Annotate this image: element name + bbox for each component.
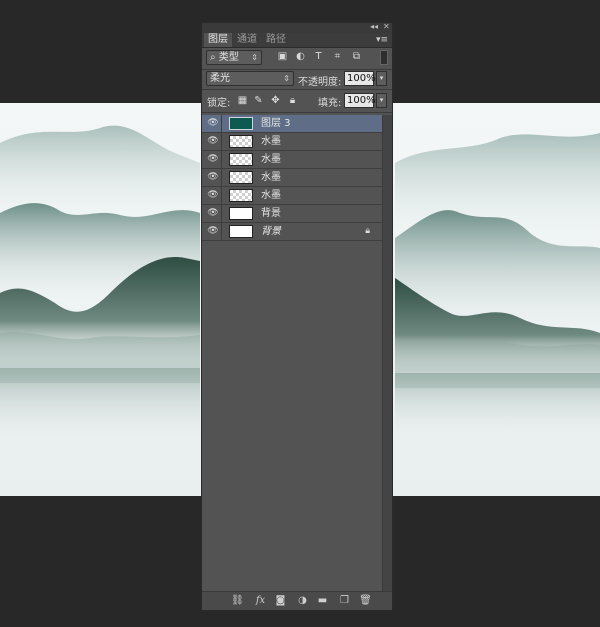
search-icon: ⌕ [210, 52, 216, 63]
layer-lock-icon: 🔒︎ [365, 226, 370, 236]
layer-row[interactable]: 👁︎ 背景 🔒︎ [202, 223, 382, 241]
layer-list-scrollbar[interactable] [382, 115, 392, 591]
link-layers-icon[interactable]: ⛓︎ [231, 594, 244, 607]
layer-thumbnail [229, 135, 253, 148]
layer-row[interactable]: 👁︎ 水墨 [202, 169, 382, 187]
layers-panel: ◂◂ ✕ 图层 通道 路径 ▾≡ ⌕ 类型 ⇕ ▣ ◐ T ⌗ ⧉ 柔光 ⇕ 不… [201, 22, 393, 611]
layer-thumbnail [229, 189, 253, 202]
adjustment-filter-icon[interactable]: ◐ [295, 52, 306, 62]
panel-tabs: 图层 通道 路径 ▾≡ [202, 33, 392, 48]
new-layer-icon[interactable]: ❐ [338, 594, 351, 607]
layer-filter-kind-select[interactable]: ⌕ 类型 ⇕ [206, 50, 262, 65]
filter-toggle-switch[interactable] [380, 50, 388, 65]
lock-brush-icon[interactable]: ✎ [253, 95, 264, 106]
layer-name: 背景 [261, 208, 281, 219]
visibility-eye-icon[interactable]: 👁︎ [205, 133, 222, 150]
panel-title-bar[interactable]: ◂◂ ✕ [202, 22, 392, 33]
layer-row[interactable]: 👁︎ 水墨 [202, 187, 382, 205]
opacity-input[interactable]: 100% [344, 71, 376, 86]
tab-paths[interactable]: 路径 [262, 33, 290, 47]
panel-bottom-toolbar: ⛓︎ fx ◙ ◑ ▬ ❐ 🗑︎ [202, 591, 392, 610]
tab-channels[interactable]: 通道 [233, 33, 261, 47]
layer-name: 背景 [261, 226, 281, 237]
shape-filter-icon[interactable]: ⌗ [332, 52, 343, 62]
opacity-dropdown-button[interactable]: ▾ [376, 71, 387, 86]
opacity-label: 不透明度: [298, 77, 342, 88]
layer-row[interactable]: 👁︎ 水墨 [202, 151, 382, 169]
add-mask-icon[interactable]: ◙ [274, 594, 287, 607]
chevron-updown-icon: ⇕ [251, 53, 258, 62]
layer-row[interactable]: 👁︎ 图层 3 [202, 115, 382, 133]
tab-layers[interactable]: 图层 [204, 33, 232, 47]
layer-list: 👁︎ 图层 3 👁︎ 水墨 👁︎ 水墨 👁︎ 水墨 👁︎ 水墨 👁︎ 背景 👁︎… [202, 115, 382, 241]
layer-row[interactable]: 👁︎ 背景 [202, 205, 382, 223]
new-group-icon[interactable]: ▬ [316, 594, 329, 607]
fill-label: 填充: [318, 98, 342, 109]
layer-thumbnail [229, 225, 253, 238]
divider [202, 112, 392, 113]
layer-thumbnail [229, 207, 253, 220]
divider [202, 89, 392, 90]
layer-name: 水墨 [261, 154, 281, 165]
lock-all-icon[interactable]: 🔒︎ [287, 95, 298, 106]
double-chevron-left-icon[interactable]: ◂◂ [370, 22, 378, 32]
smart-object-filter-icon[interactable]: ⧉ [351, 52, 362, 62]
filter-kind-label: 类型 [218, 52, 239, 63]
layer-name: 图层 3 [261, 118, 291, 129]
image-filter-icon[interactable]: ▣ [277, 52, 288, 62]
panel-menu-icon[interactable]: ▾≡ [376, 33, 388, 47]
close-icon[interactable]: ✕ [383, 22, 390, 32]
blend-mode-value: 柔光 [210, 73, 230, 84]
visibility-eye-icon[interactable]: 👁︎ [205, 169, 222, 186]
visibility-eye-icon[interactable]: 👁︎ [205, 151, 222, 168]
fill-input[interactable]: 100% [344, 93, 376, 108]
lock-transparent-icon[interactable]: ▦ [237, 95, 248, 106]
layer-name: 水墨 [261, 136, 281, 147]
layer-name: 水墨 [261, 190, 281, 201]
lock-label: 锁定: [207, 98, 231, 109]
layer-thumbnail [229, 117, 253, 130]
trash-icon[interactable]: 🗑︎ [359, 594, 372, 607]
layer-thumbnail [229, 153, 253, 166]
layer-thumbnail [229, 171, 253, 184]
visibility-eye-icon[interactable]: 👁︎ [205, 223, 222, 240]
divider [202, 69, 392, 70]
visibility-eye-icon[interactable]: 👁︎ [205, 115, 222, 132]
text-filter-icon[interactable]: T [313, 52, 324, 62]
chevron-updown-icon: ⇕ [283, 74, 290, 83]
visibility-eye-icon[interactable]: 👁︎ [205, 187, 222, 204]
lock-move-icon[interactable]: ✥ [270, 95, 281, 106]
blend-mode-select[interactable]: 柔光 ⇕ [206, 71, 294, 86]
layer-name: 水墨 [261, 172, 281, 183]
fx-icon[interactable]: fx [254, 594, 267, 607]
fill-dropdown-button[interactable]: ▾ [376, 93, 387, 108]
layer-row[interactable]: 👁︎ 水墨 [202, 133, 382, 151]
adjustment-layer-icon[interactable]: ◑ [296, 594, 309, 607]
visibility-eye-icon[interactable]: 👁︎ [205, 205, 222, 222]
